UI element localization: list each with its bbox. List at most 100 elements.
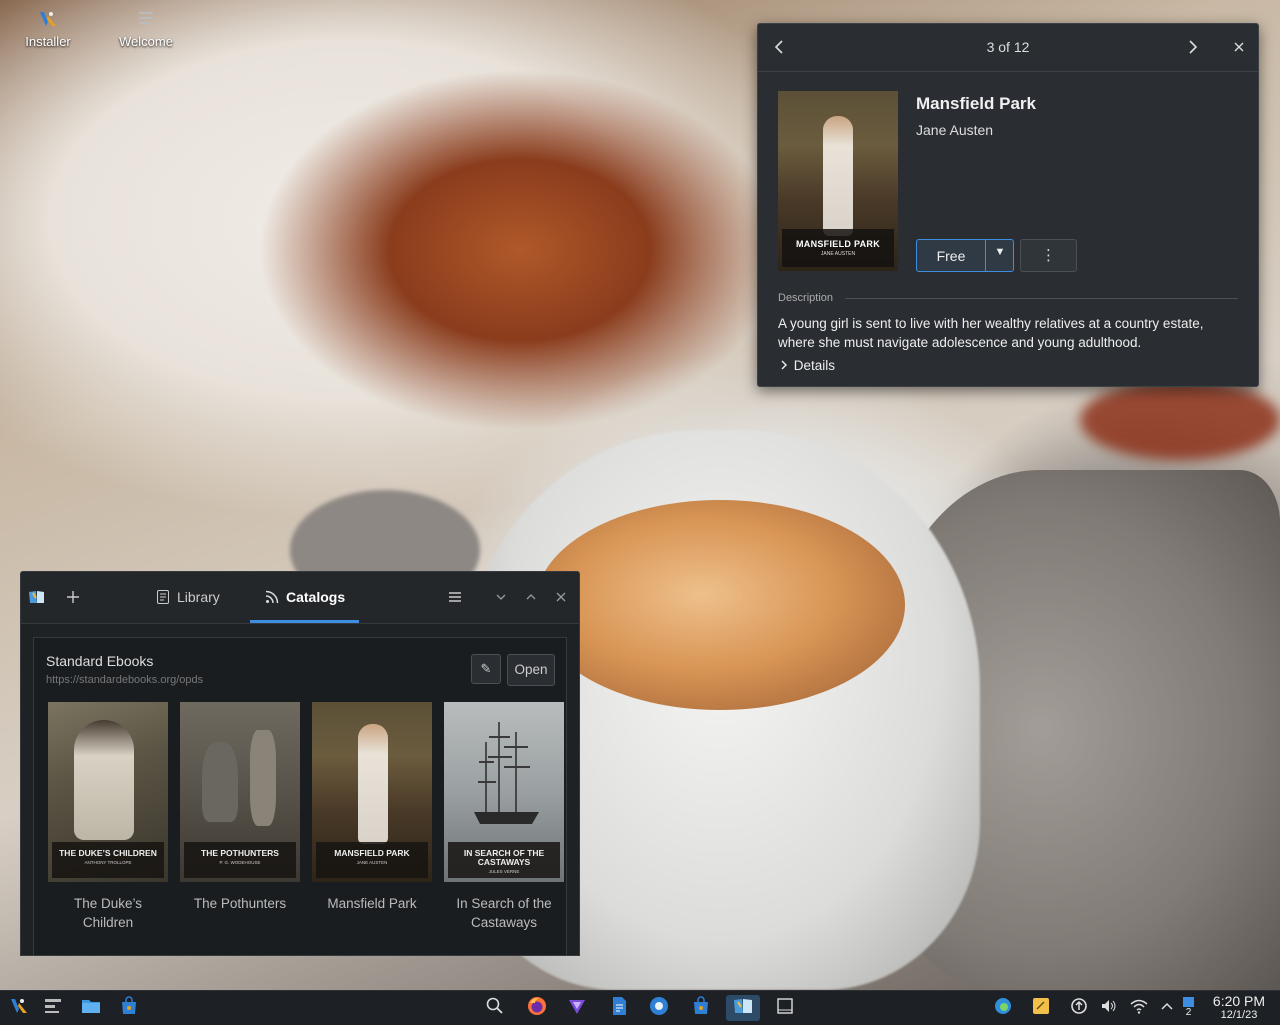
- pencil-icon: ✎: [480, 661, 492, 676]
- wallpaper-leaf: [1080, 380, 1280, 460]
- tab-catalogs[interactable]: Catalogs: [250, 572, 360, 623]
- edit-catalog-button[interactable]: ✎: [471, 654, 501, 684]
- edge-tray-icon[interactable]: [990, 995, 1016, 1021]
- wifi-icon[interactable]: [1126, 995, 1152, 1021]
- workspace-switcher[interactable]: 2: [1178, 995, 1204, 1021]
- cover-title: MANSFIELD PARK: [334, 848, 410, 858]
- cover-painting-figure: [74, 720, 134, 840]
- chevron-up-icon: [526, 594, 536, 600]
- book-cover: IN SEARCH OF THE CASTAWAYS JULES VERNE: [444, 702, 564, 882]
- open-catalog-button[interactable]: Open: [507, 654, 555, 686]
- volume-icon[interactable]: [1096, 995, 1122, 1021]
- get-free-button[interactable]: Free ▼: [916, 239, 1014, 272]
- add-button[interactable]: [63, 587, 83, 607]
- dropdown-arrow-icon[interactable]: ▼: [987, 246, 1013, 258]
- library-icon: [157, 590, 169, 604]
- file-manager-icon[interactable]: [78, 995, 104, 1021]
- cover-title-band: THE POTHUNTERS P. G. WODEHOUSE: [184, 842, 296, 878]
- description-text: A young girl is sent to live with her we…: [778, 316, 1204, 350]
- catalog-name: Standard Ebooks: [46, 653, 154, 669]
- window-header: Library Catalogs: [21, 572, 579, 624]
- details-expander[interactable]: Details: [778, 358, 835, 373]
- book-card[interactable]: THE DUKE’S CHILDREN ANTHONY TROLLOPE The…: [48, 702, 168, 932]
- wallpaper-coffee: [535, 500, 905, 710]
- firefox-icon[interactable]: [524, 995, 550, 1021]
- document-editor-icon[interactable]: [606, 995, 632, 1021]
- show-desktop-icon[interactable]: [772, 995, 798, 1021]
- book-cover: THE DUKE’S CHILDREN ANTHONY TROLLOPE: [48, 702, 168, 882]
- cover-title-band: MANSFIELD PARK JANE AUSTEN: [782, 229, 894, 267]
- book-title: Mansfield Park: [916, 94, 1036, 113]
- chevron-right-icon: [1189, 40, 1198, 54]
- desktop-icon-installer[interactable]: Installer: [8, 8, 88, 49]
- clock[interactable]: 6:20 PM 12/1/23: [1204, 994, 1274, 1022]
- cover-title-band: IN SEARCH OF THE CASTAWAYS JULES VERNE: [448, 842, 560, 878]
- chevron-down-icon: [496, 594, 506, 600]
- book-card[interactable]: IN SEARCH OF THE CASTAWAYS JULES VERNE I…: [444, 702, 564, 932]
- search-icon[interactable]: [482, 995, 508, 1021]
- more-options-button[interactable]: ⋮: [1020, 239, 1077, 272]
- taskbar: 2 6:20 PM 12/1/23: [0, 990, 1280, 1025]
- book-cover: MANSFIELD PARK JANE AUSTEN: [312, 702, 432, 882]
- cover-author: ANTHONY TROLLOPE: [84, 860, 132, 865]
- welcome-icon: [135, 8, 157, 30]
- minimize-button[interactable]: [491, 587, 511, 607]
- hamburger-icon: [449, 592, 461, 602]
- close-button[interactable]: [1228, 36, 1250, 58]
- cover-author: JANE AUSTEN: [356, 860, 388, 865]
- close-icon: [1234, 42, 1244, 52]
- store-task-icon[interactable]: [688, 995, 714, 1021]
- ebook-reader-task-icon[interactable]: [726, 995, 760, 1021]
- app-launcher-icon[interactable]: [6, 995, 32, 1021]
- software-store-icon[interactable]: [116, 995, 142, 1021]
- description-label: Description: [778, 292, 834, 304]
- chevron-up-icon[interactable]: [1154, 995, 1180, 1021]
- catalog-panel: Standard Ebooks https://standardebooks.o…: [33, 637, 567, 955]
- cover-painting-jug: [202, 742, 238, 822]
- book-card[interactable]: MANSFIELD PARK JANE AUSTEN Mansfield Par…: [312, 702, 432, 913]
- cover-painting-figure: [358, 724, 388, 844]
- cover-author: P. G. WODEHOUSE: [219, 860, 261, 865]
- cover-title: MANSFIELD PARK: [795, 239, 881, 249]
- details-label: Details: [793, 358, 836, 373]
- workspace-badge: 2: [1185, 1007, 1192, 1018]
- cover-title: IN SEARCH OF THE CASTAWAYS: [463, 848, 545, 867]
- maximize-button[interactable]: [521, 587, 541, 607]
- next-button[interactable]: [1182, 36, 1204, 58]
- window-close-button[interactable]: [551, 587, 571, 607]
- notes-tray-icon[interactable]: [1028, 995, 1054, 1021]
- rss-icon: [265, 590, 279, 604]
- cover-painting-ship: [474, 722, 539, 824]
- plus-icon: [67, 591, 79, 603]
- book-author: Jane Austen: [916, 122, 994, 138]
- get-free-label: Free: [936, 248, 966, 264]
- hamburger-menu-button[interactable]: [445, 587, 465, 607]
- desktop-icon-welcome[interactable]: Welcome: [106, 8, 186, 49]
- cover-painting-figure: [823, 116, 853, 236]
- browser-icon[interactable]: [646, 995, 672, 1021]
- description-divider: [845, 298, 1238, 299]
- update-tray-icon[interactable]: [1066, 995, 1092, 1021]
- workspace-indicator-icon: [1183, 997, 1194, 1007]
- cover-title: THE POTHUNTERS: [201, 848, 279, 858]
- book-cover: MANSFIELD PARK JANE AUSTEN: [778, 91, 898, 271]
- book-title: The Pothunters: [193, 896, 287, 911]
- close-icon: [556, 592, 566, 602]
- cover-title-band: THE DUKE’S CHILDREN ANTHONY TROLLOPE: [52, 842, 164, 878]
- book-title: Mansfield Park: [327, 896, 417, 911]
- desktop-icon-label: Welcome: [119, 34, 173, 49]
- chevron-right-icon: [781, 360, 787, 370]
- tab-catalogs-label: Catalogs: [286, 589, 346, 605]
- app-icon: [27, 587, 47, 607]
- book-cover: THE POTHUNTERS P. G. WODEHOUSE: [180, 702, 300, 882]
- book-card[interactable]: THE POTHUNTERS P. G. WODEHOUSE The Pothu…: [180, 702, 300, 913]
- vpn-icon[interactable]: [564, 995, 590, 1021]
- cover-author: JULES VERNE: [488, 869, 520, 874]
- tab-library[interactable]: Library: [141, 572, 234, 623]
- clock-date: 12/1/23: [1220, 1009, 1258, 1021]
- popup-header: 3 of 12: [758, 24, 1258, 72]
- installer-icon: [37, 8, 59, 30]
- tab-library-label: Library: [177, 589, 220, 605]
- task-manager-icon[interactable]: [40, 995, 66, 1021]
- catalog-url: https://standardebooks.org/opds: [46, 674, 204, 686]
